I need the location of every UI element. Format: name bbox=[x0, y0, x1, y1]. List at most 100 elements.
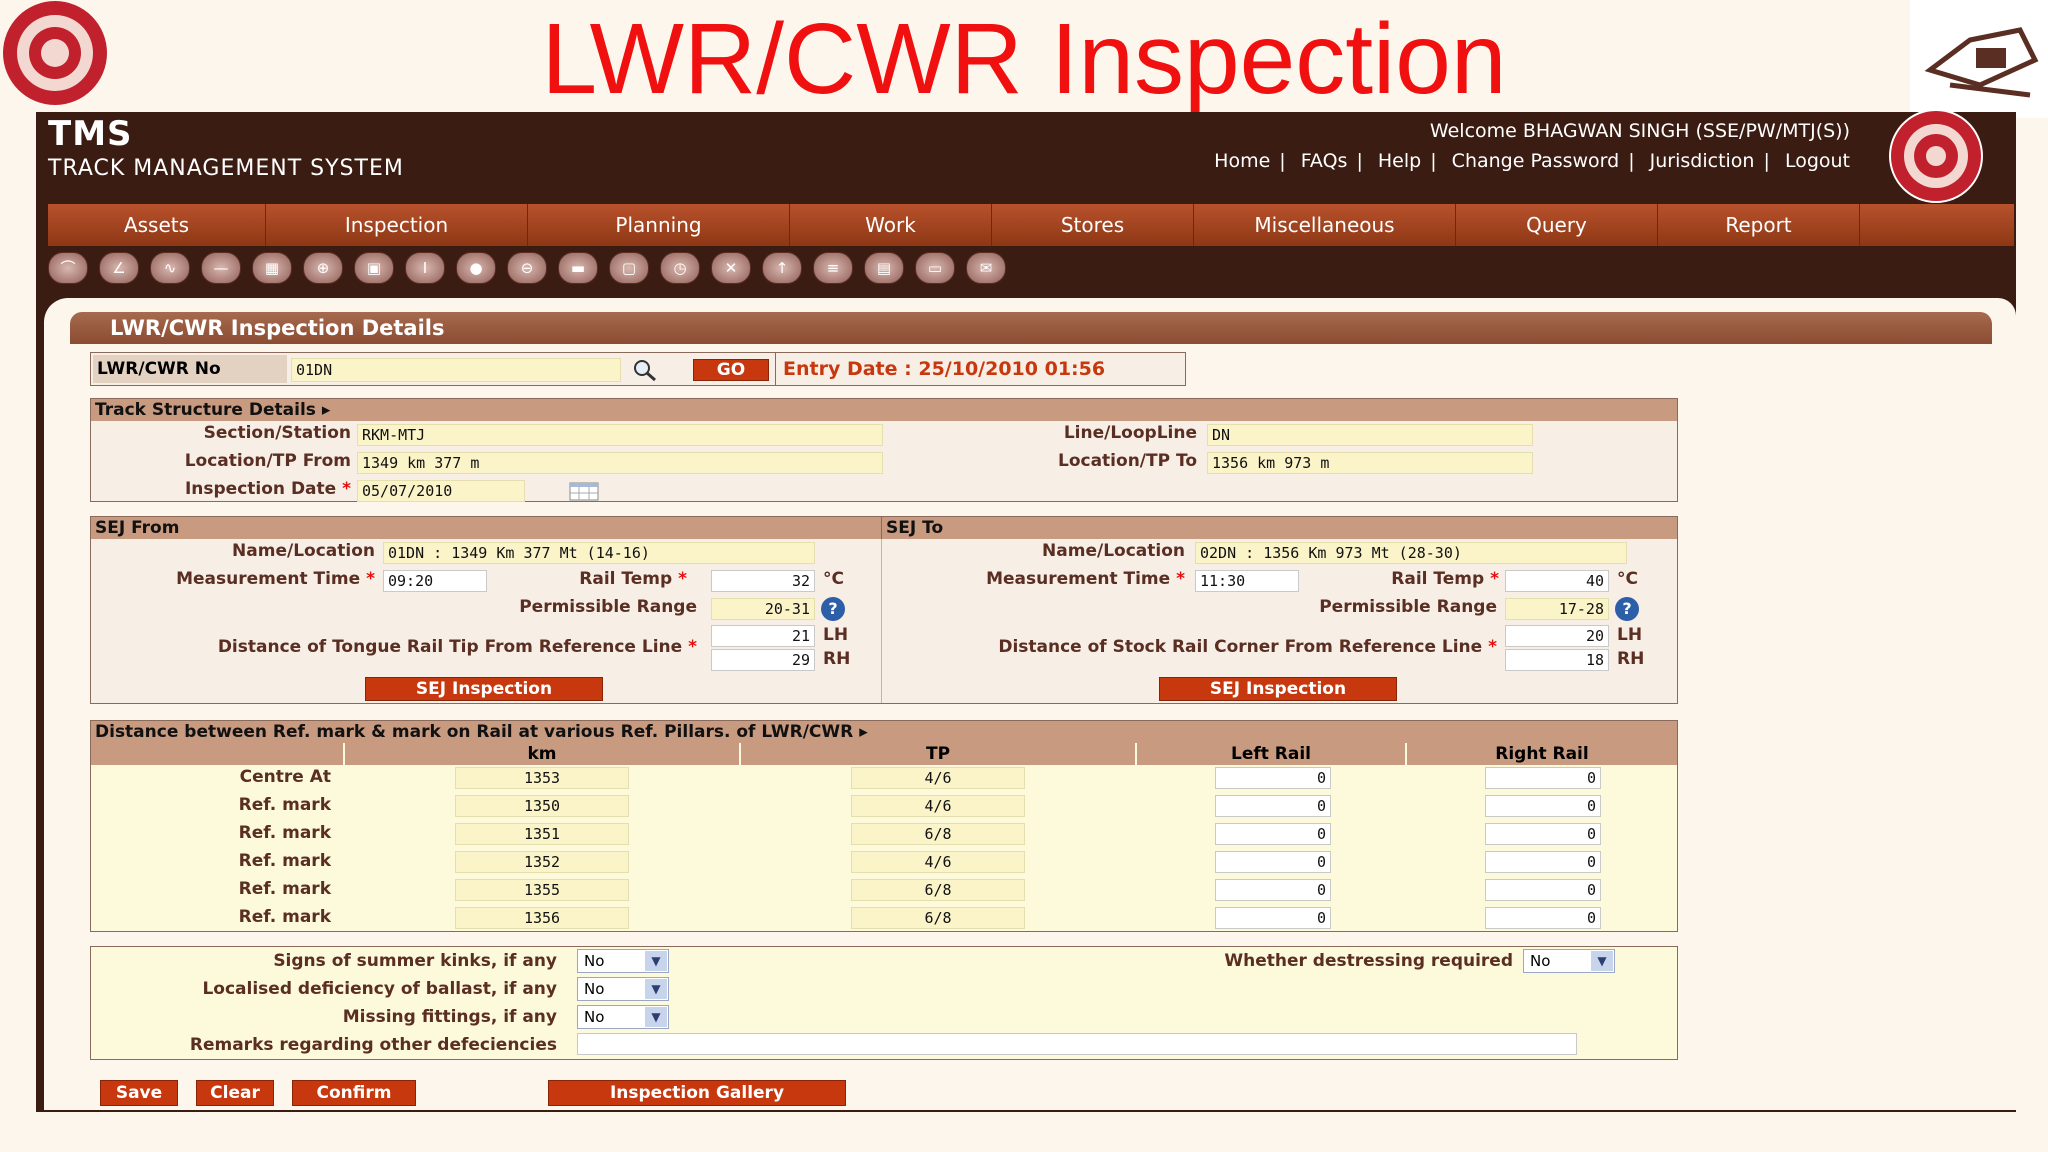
line-loopline-field[interactable]: DN bbox=[1207, 424, 1533, 446]
signal-icon[interactable]: Ι bbox=[405, 252, 445, 284]
cabin-icon[interactable]: ▢ bbox=[609, 252, 649, 284]
left-rail-field[interactable]: 0 bbox=[1215, 823, 1331, 845]
tp-field[interactable]: 6/8 bbox=[851, 907, 1025, 929]
menu-miscellaneous[interactable]: Miscellaneous bbox=[1194, 204, 1456, 246]
help-icon[interactable]: ? bbox=[821, 597, 845, 621]
tunnel-icon[interactable]: ⊖ bbox=[507, 252, 547, 284]
clear-button[interactable]: Clear bbox=[196, 1080, 274, 1106]
track-icon[interactable]: ▬ bbox=[558, 252, 598, 284]
calendar-icon[interactable] bbox=[569, 481, 599, 501]
curve-icon[interactable]: ∿ bbox=[150, 252, 190, 284]
sej-from-lh-field[interactable]: 21 bbox=[711, 625, 815, 647]
menu-inspection[interactable]: Inspection bbox=[266, 204, 528, 246]
destressing-select[interactable]: No ▼ bbox=[1523, 949, 1615, 973]
tp-field[interactable]: 6/8 bbox=[851, 823, 1025, 845]
joint-icon[interactable]: — bbox=[201, 252, 241, 284]
sej-from-inspection-button[interactable]: SEJ Inspection bbox=[365, 677, 603, 701]
go-button[interactable]: GO bbox=[693, 359, 769, 381]
left-rail-field[interactable]: 0 bbox=[1215, 851, 1331, 873]
sej-from-temp-field[interactable]: 32 bbox=[711, 570, 815, 592]
menu-report[interactable]: Report bbox=[1658, 204, 1860, 246]
km-field[interactable]: 1350 bbox=[455, 795, 629, 817]
km-field[interactable]: 1352 bbox=[455, 851, 629, 873]
sej-from-range-field: 20-31 bbox=[711, 598, 815, 620]
sej-from-rh-field[interactable]: 29 bbox=[711, 649, 815, 671]
lwr-icon[interactable]: ≡ bbox=[813, 252, 853, 284]
menu-work[interactable]: Work bbox=[790, 204, 992, 246]
link-help[interactable]: Help bbox=[1378, 150, 1421, 172]
sej-to-inspection-button[interactable]: SEJ Inspection bbox=[1159, 677, 1397, 701]
link-change-password[interactable]: Change Password bbox=[1452, 150, 1620, 172]
tp-field[interactable]: 4/6 bbox=[851, 851, 1025, 873]
level-crossing-icon[interactable]: ⊕ bbox=[303, 252, 343, 284]
sej-from-name-field[interactable]: 01DN : 1349 Km 377 Mt (14-16) bbox=[383, 542, 815, 564]
caret-right-icon: ▸ bbox=[859, 722, 868, 742]
sleeper-icon[interactable]: ∠ bbox=[99, 252, 139, 284]
km-field[interactable]: 1351 bbox=[455, 823, 629, 845]
left-rail-field[interactable]: 0 bbox=[1215, 795, 1331, 817]
right-rail-field[interactable]: 0 bbox=[1485, 851, 1601, 873]
station-icon[interactable]: ▣ bbox=[354, 252, 394, 284]
report-icon[interactable]: ▭ bbox=[915, 252, 955, 284]
inspection-date-field[interactable]: 05/07/2010 bbox=[357, 480, 525, 502]
bridge-icon[interactable]: ▦ bbox=[252, 252, 292, 284]
sej-to-range-field: 17-28 bbox=[1505, 598, 1609, 620]
menu-assets[interactable]: Assets bbox=[48, 204, 266, 246]
menu-query[interactable]: Query bbox=[1456, 204, 1658, 246]
summer-kinks-select[interactable]: No ▼ bbox=[577, 949, 669, 973]
left-rail-field[interactable]: 0 bbox=[1215, 767, 1331, 789]
tp-field[interactable]: 4/6 bbox=[851, 767, 1025, 789]
save-button[interactable]: Save bbox=[100, 1080, 178, 1106]
search-icon[interactable] bbox=[631, 357, 659, 383]
remarks-input[interactable] bbox=[577, 1033, 1577, 1055]
missing-fittings-select[interactable]: No ▼ bbox=[577, 1005, 669, 1029]
section-station-label: Section/Station bbox=[203, 423, 351, 443]
sej-from-time-field[interactable]: 09:20 bbox=[383, 570, 487, 592]
link-home[interactable]: Home bbox=[1214, 150, 1270, 172]
right-rail-field[interactable]: 0 bbox=[1485, 823, 1601, 845]
tp-field[interactable]: 6/8 bbox=[851, 879, 1025, 901]
location-to-field[interactable]: 1356 km 973 m bbox=[1207, 452, 1533, 474]
left-rail-field[interactable]: 0 bbox=[1215, 879, 1331, 901]
book-icon[interactable]: ▤ bbox=[864, 252, 904, 284]
right-rail-field[interactable]: 0 bbox=[1485, 795, 1601, 817]
sej-from-name-label: Name/Location bbox=[232, 541, 375, 561]
sej-to-time-field[interactable]: 11:30 bbox=[1195, 570, 1299, 592]
tools-icon[interactable]: ✕ bbox=[711, 252, 751, 284]
gauge-icon[interactable]: ◷ bbox=[660, 252, 700, 284]
right-rail-field[interactable]: 0 bbox=[1485, 879, 1601, 901]
link-faqs[interactable]: FAQs bbox=[1301, 150, 1348, 172]
km-field[interactable]: 1355 bbox=[455, 879, 629, 901]
ballast-select[interactable]: No ▼ bbox=[577, 977, 669, 1001]
col-left-rail: Left Rail bbox=[1137, 743, 1405, 765]
location-from-field[interactable]: 1349 km 377 m bbox=[357, 452, 883, 474]
rail-icon[interactable]: ⌒ bbox=[48, 252, 88, 284]
track-structure-title: Track Structure Details ▸ bbox=[91, 399, 1677, 421]
sej-to-rh-field[interactable]: 18 bbox=[1505, 649, 1609, 671]
sej-to-lh-field[interactable]: 20 bbox=[1505, 625, 1609, 647]
tp-field[interactable]: 4/6 bbox=[851, 795, 1025, 817]
left-rail-field[interactable]: 0 bbox=[1215, 907, 1331, 929]
inspection-gallery-button[interactable]: Inspection Gallery bbox=[548, 1080, 846, 1106]
right-rail-field[interactable]: 0 bbox=[1485, 767, 1601, 789]
sej-from-time-text: Measurement Time bbox=[176, 569, 361, 589]
link-logout[interactable]: Logout bbox=[1785, 150, 1850, 172]
lwr-no-input[interactable]: 01DN bbox=[291, 358, 621, 382]
km-field[interactable]: 1353 bbox=[455, 767, 629, 789]
menu-planning[interactable]: Planning bbox=[528, 204, 790, 246]
ballast-icon[interactable]: ● bbox=[456, 252, 496, 284]
menu-stores[interactable]: Stores bbox=[992, 204, 1194, 246]
confirm-button[interactable]: Confirm bbox=[292, 1080, 416, 1106]
slide-title: LWR/CWR Inspection bbox=[541, 3, 1507, 115]
mail-icon[interactable]: ✉ bbox=[966, 252, 1006, 284]
help-icon[interactable]: ? bbox=[1615, 597, 1639, 621]
sej-from-title: SEJ From bbox=[91, 517, 881, 539]
link-jurisdiction[interactable]: Jurisdiction bbox=[1650, 150, 1755, 172]
sej-to-name-field[interactable]: 02DN : 1356 Km 973 Mt (28-30) bbox=[1195, 542, 1627, 564]
sej-to-temp-field[interactable]: 40 bbox=[1505, 570, 1609, 592]
lwr-no-label: LWR/CWR No bbox=[93, 355, 287, 383]
pillar-icon[interactable]: ↑ bbox=[762, 252, 802, 284]
section-station-field[interactable]: RKM-MTJ bbox=[357, 424, 883, 446]
right-rail-field[interactable]: 0 bbox=[1485, 907, 1601, 929]
km-field[interactable]: 1356 bbox=[455, 907, 629, 929]
